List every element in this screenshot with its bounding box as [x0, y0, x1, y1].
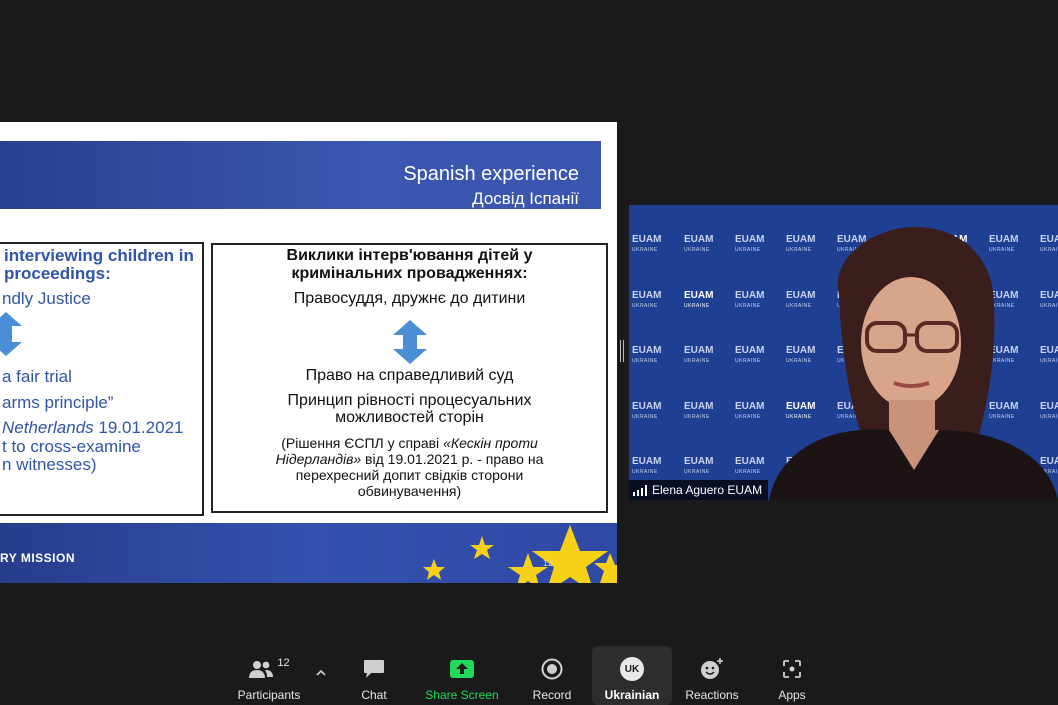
- ukrainian-item-ecthr-3: перехресний допит свідків сторони: [295, 467, 524, 483]
- slide-header-bar: Spanish experience Досвід Іспанії: [0, 141, 601, 209]
- english-item-witnesses: n witnesses): [2, 455, 97, 474]
- shared-slide: Spanish experience Досвід Іспанії interv…: [0, 122, 617, 583]
- ukrainian-item-fair-trial: Право на справедливий суд: [305, 367, 514, 384]
- ukrainian-item-ecthr-2: Нідерландів» від 19.01.2021 р. - право н…: [275, 451, 544, 467]
- meeting-toolbar: 12 Participants Chat Share Screen Record…: [0, 646, 1058, 705]
- participant-silhouette: [769, 226, 1058, 500]
- english-item-justice: ndly Justice: [2, 289, 91, 308]
- participants-button[interactable]: 12 Participants: [232, 646, 306, 705]
- participants-label: Participants: [237, 688, 301, 702]
- slide-title-en: Spanish experience: [403, 163, 579, 185]
- language-interpretation-button[interactable]: UK Ukrainian: [592, 646, 672, 705]
- english-item-arms: arms principle”: [2, 393, 114, 412]
- record-icon: [541, 658, 563, 680]
- euam-logo: EUAMUKRAINE: [735, 401, 765, 421]
- share-screen-icon: [450, 660, 474, 678]
- euam-logo: EUAMUKRAINE: [632, 401, 662, 421]
- slide-box-ukrainian: Виклики інтерв'ювання дітей у кримінальн…: [211, 243, 608, 513]
- euam-logo: EUAMUKRAINE: [684, 345, 714, 365]
- reactions-icon: [701, 658, 723, 679]
- slide-footer-text: RY MISSION: [0, 551, 76, 565]
- double-arrow-icon-right: [393, 320, 427, 364]
- chat-label: Chat: [361, 688, 387, 702]
- apps-icon: [783, 660, 801, 678]
- slide-title-uk: Досвід Іспанії: [472, 189, 579, 208]
- participants-icon: [249, 661, 274, 678]
- english-heading-line2: proceedings:: [4, 264, 111, 283]
- ukrainian-item-justice: Правосуддя, дружнє до дитини: [293, 290, 526, 307]
- english-item-cross-examine: t to cross-examine: [2, 437, 141, 456]
- english-item-fair-trial: a fair trial: [2, 367, 72, 386]
- share-screen-label: Share Screen: [425, 688, 499, 702]
- double-arrow-icon-left: [0, 312, 22, 356]
- language-code: UK: [624, 663, 640, 675]
- participant-name: Elena Aguero EUAM: [652, 483, 763, 497]
- signal-strength-icon: [633, 484, 647, 496]
- ukrainian-item-ecthr-4: обвинувачення): [357, 483, 462, 499]
- participant-name-bar: Elena Aguero EUAM: [629, 480, 769, 500]
- record-label: Record: [532, 688, 572, 702]
- euam-logo: EUAMUKRAINE: [632, 234, 662, 254]
- english-heading-line1: interviewing children in: [4, 246, 194, 265]
- euam-logo: EUAMUKRAINE: [632, 345, 662, 365]
- apps-label: Apps: [778, 688, 806, 702]
- euam-logo: EUAMUKRAINE: [684, 234, 714, 254]
- share-screen-button[interactable]: Share Screen: [422, 646, 502, 705]
- chevron-up-icon: [316, 669, 326, 676]
- view-splitter-handle[interactable]: [620, 340, 624, 362]
- euam-logo: EUAMUKRAINE: [735, 345, 765, 365]
- ukrainian-item-equality-2: можливостей сторін: [335, 409, 484, 426]
- slide-page-number: 12: [543, 558, 554, 568]
- reactions-button[interactable]: Reactions: [680, 646, 744, 705]
- euam-logo: EUAMUKRAINE: [735, 290, 765, 310]
- participants-count: 12: [277, 657, 290, 669]
- euam-logo: EUAMUKRAINE: [735, 234, 765, 254]
- language-label: Ukrainian: [604, 688, 660, 702]
- eu-stars-icon: [423, 525, 617, 583]
- euam-logo: EUAMUKRAINE: [632, 290, 662, 310]
- drag-handle-icon: [620, 340, 624, 362]
- apps-button[interactable]: Apps: [766, 646, 818, 705]
- euam-logo: EUAMUKRAINE: [735, 456, 765, 476]
- slide-box-english: interviewing children in proceedings: nd…: [0, 242, 204, 516]
- ukrainian-heading-line2: кримінальних провадженнях:: [291, 265, 528, 282]
- chat-icon: [364, 660, 384, 678]
- ukrainian-item-equality-1: Принцип рівності процесуальних: [287, 392, 532, 409]
- ukrainian-heading-line1: Виклики інтерв'ювання дітей у: [286, 247, 533, 264]
- ukrainian-item-ecthr-1: (Рішення ЄСПЛ у справі «Кескін проти: [281, 435, 538, 451]
- chat-button[interactable]: Chat: [348, 646, 400, 705]
- participants-options-chevron[interactable]: [316, 664, 326, 676]
- participant-video-tile[interactable]: EUAM UKRAINE EUAM UKRAINE EUAM UKRAINE EUAM UKR…: [629, 205, 1058, 500]
- euam-logo: EUAMUKRAINE: [684, 456, 714, 476]
- euam-logo: EUAMUKRAINE: [632, 456, 662, 476]
- record-button[interactable]: Record: [526, 646, 578, 705]
- english-item-netherlands: Netherlands 19.01.2021: [2, 418, 184, 437]
- reactions-label: Reactions: [685, 688, 739, 702]
- language-globe-icon: UK: [620, 657, 644, 681]
- euam-logo: EUAMUKRAINE: [684, 401, 714, 421]
- euam-logo: EUAMUKRAINE: [684, 290, 714, 310]
- slide-footer-bar: RY MISSION 12: [0, 523, 617, 583]
